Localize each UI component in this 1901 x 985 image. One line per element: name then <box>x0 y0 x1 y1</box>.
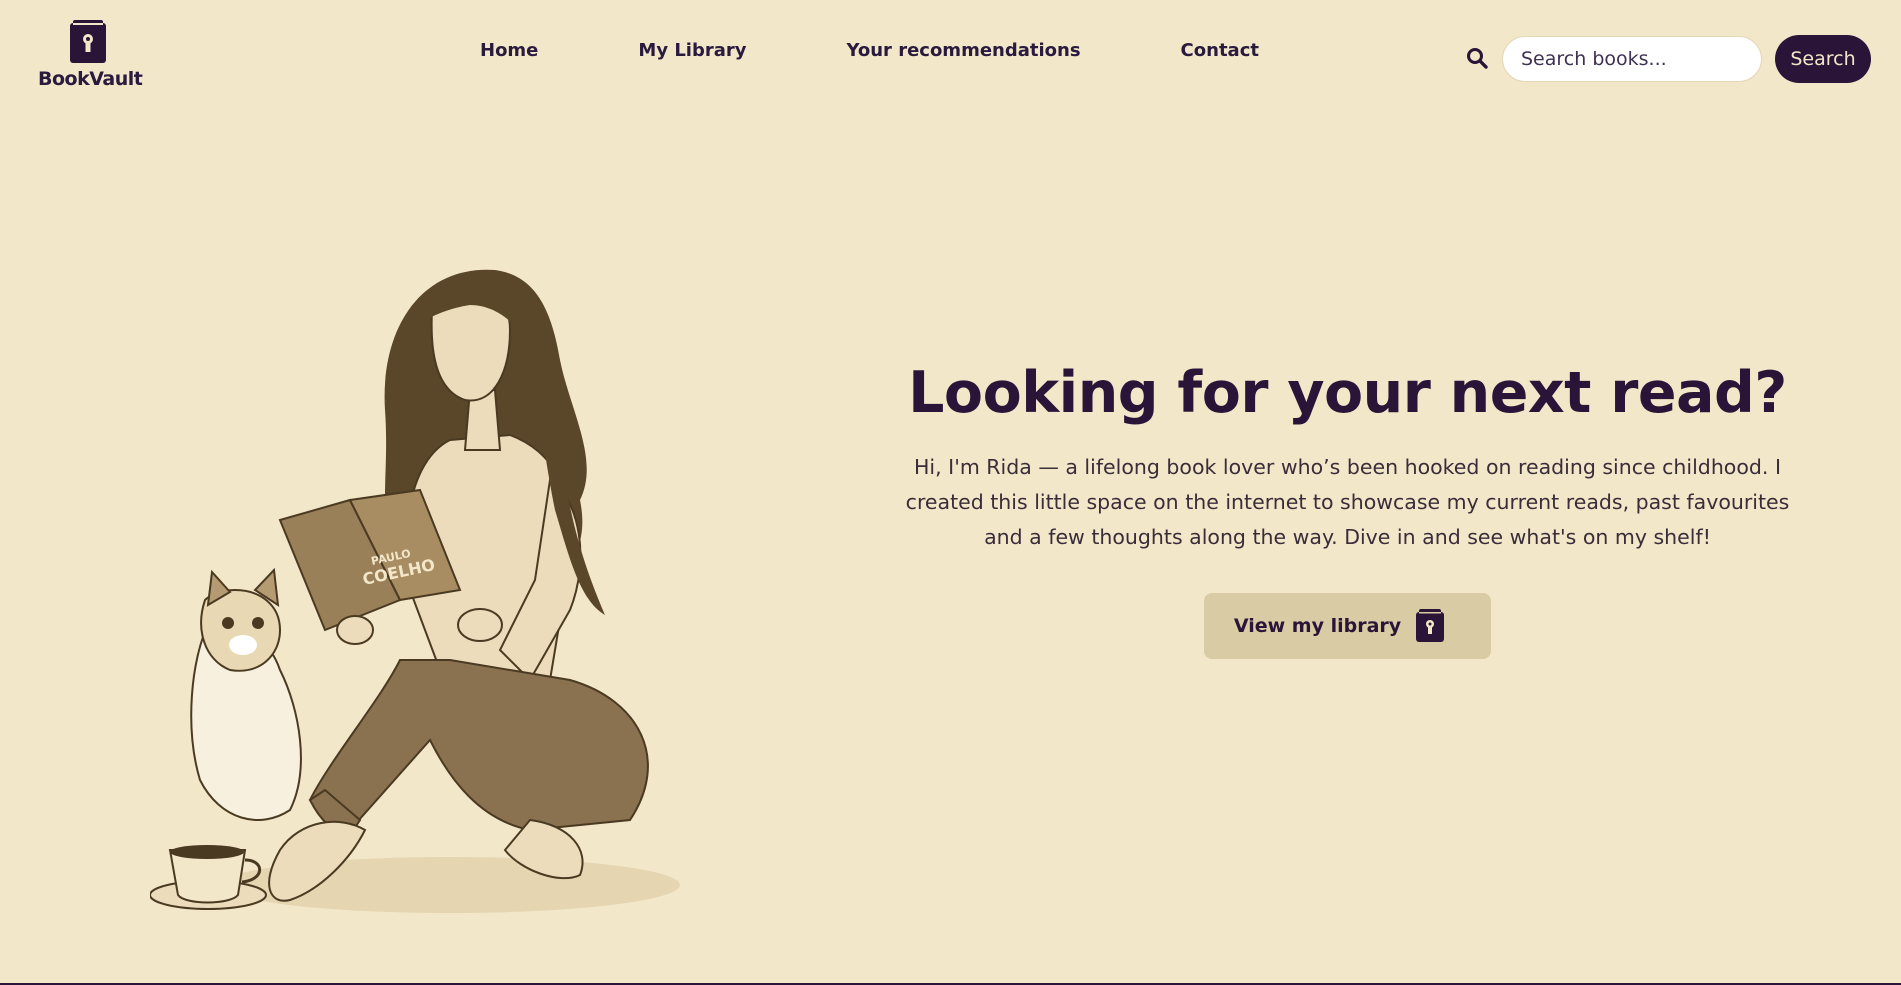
locked-book-icon <box>1416 609 1445 642</box>
main-nav: Home My Library Your recommendations Con… <box>480 40 1259 61</box>
brand-name: BookVault <box>38 68 143 90</box>
nav-my-library[interactable]: My Library <box>638 40 746 61</box>
woman-reading-with-cat-illustration: PAULO COELHO <box>150 269 680 913</box>
search-button[interactable]: Search <box>1775 35 1871 83</box>
view-library-button[interactable]: View my library <box>1203 593 1492 659</box>
nav-contact[interactable]: Contact <box>1181 40 1259 61</box>
locked-book-icon <box>70 20 106 63</box>
nav-home[interactable]: Home <box>480 40 538 61</box>
hero-title: Looking for your next read? <box>908 360 1787 426</box>
logo-link[interactable]: BookVault <box>38 20 143 90</box>
search-icon[interactable] <box>1466 47 1488 69</box>
search-input[interactable] <box>1502 36 1762 82</box>
hero-section: Looking for your next read? Hi, I'm Rida… <box>880 360 1815 659</box>
view-library-label: View my library <box>1233 615 1402 637</box>
hero-description: Hi, I'm Rida — a lifelong book lover who… <box>905 455 1790 549</box>
nav-recommendations[interactable]: Your recommendations <box>846 40 1080 61</box>
site-header: BookVault Home My Library Your recommend… <box>0 0 1901 110</box>
page: BookVault Home My Library Your recommend… <box>0 0 1901 985</box>
